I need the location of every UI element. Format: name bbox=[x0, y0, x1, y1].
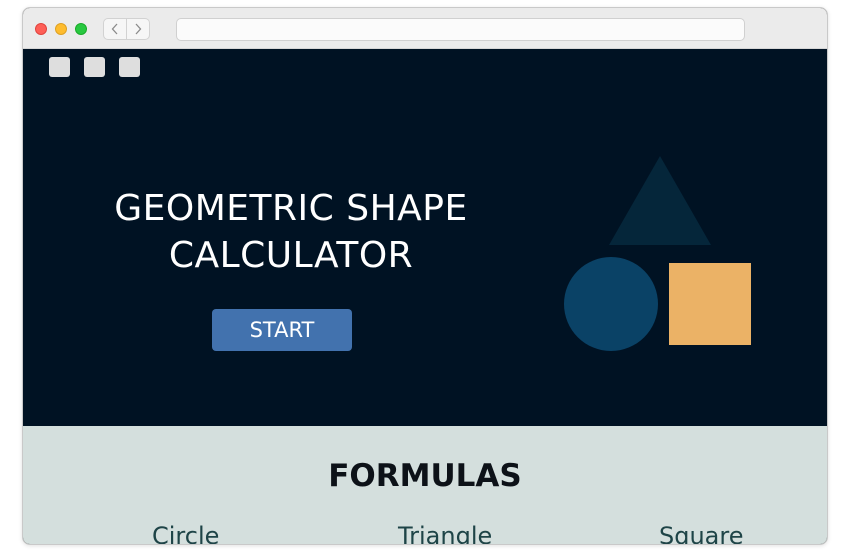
close-window-button[interactable] bbox=[35, 23, 47, 35]
square-shape bbox=[669, 263, 751, 345]
back-button[interactable] bbox=[103, 18, 127, 40]
browser-titlebar bbox=[23, 8, 827, 49]
address-bar[interactable] bbox=[176, 18, 745, 41]
chevron-left-icon bbox=[111, 23, 118, 35]
chevron-right-icon bbox=[135, 23, 142, 35]
browser-window: GEOMETRIC SHAPE CALCULATOR START FORMULA… bbox=[22, 7, 828, 545]
shapes-illustration bbox=[564, 156, 751, 351]
triangle-shape bbox=[609, 156, 711, 245]
formula-square-label[interactable]: Square bbox=[659, 520, 744, 544]
hero-section: GEOMETRIC SHAPE CALCULATOR START bbox=[23, 49, 827, 426]
minimize-window-button[interactable] bbox=[55, 23, 67, 35]
zoom-window-button[interactable] bbox=[75, 23, 87, 35]
formula-circle-label[interactable]: Circle bbox=[152, 520, 219, 544]
formulas-section: FORMULAS Circle Triangle Square bbox=[23, 426, 827, 544]
forward-button[interactable] bbox=[126, 18, 150, 40]
formulas-heading: FORMULAS bbox=[328, 458, 522, 494]
formula-triangle-label[interactable]: Triangle bbox=[398, 520, 492, 544]
circle-shape bbox=[564, 257, 658, 351]
